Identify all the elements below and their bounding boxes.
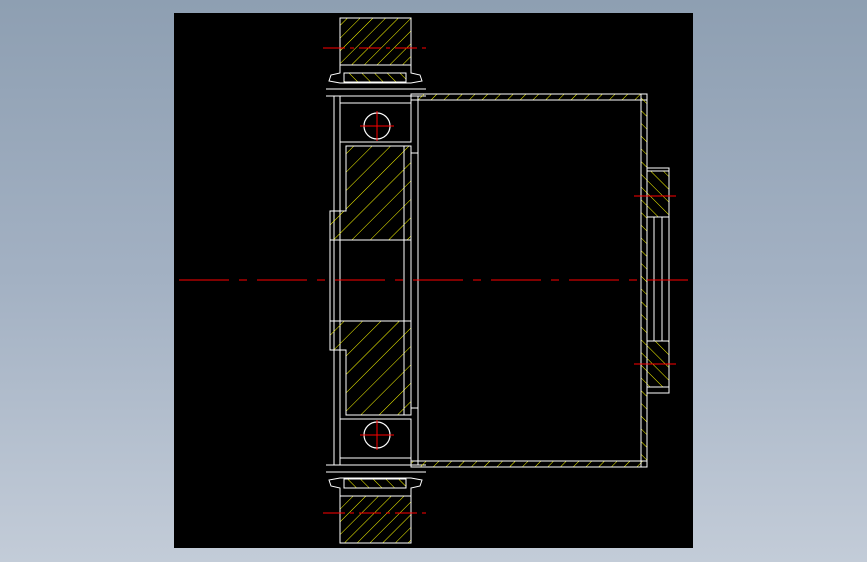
gear-bottom bbox=[323, 464, 430, 544]
cad-drawing-svg bbox=[179, 17, 688, 544]
bearing-ball-bottom bbox=[360, 420, 394, 450]
viewport-background bbox=[0, 0, 867, 562]
gear-top bbox=[323, 17, 430, 97]
drawing-canvas[interactable] bbox=[174, 13, 693, 548]
bearing-ball-top bbox=[360, 111, 394, 141]
